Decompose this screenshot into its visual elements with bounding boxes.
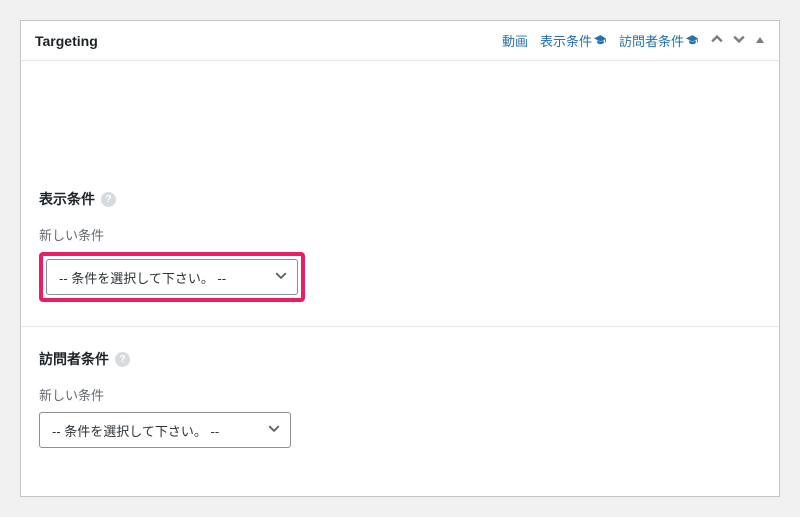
display-conditions-section: 表示条件 ? 新しい条件 -- 条件を選択して下さい。 -- xyxy=(39,189,761,302)
panel-header: Targeting 動画 表示条件 訪問者条件 xyxy=(21,21,779,61)
spacer xyxy=(39,79,761,189)
panel-actions: 動画 表示条件 訪問者条件 xyxy=(502,31,765,50)
display-condition-select[interactable]: -- 条件を選択して下さい。 -- xyxy=(46,259,298,295)
panel-body: 表示条件 ? 新しい条件 -- 条件を選択して下さい。 -- 訪問者条件 xyxy=(21,61,779,496)
video-link[interactable]: 動画 xyxy=(502,31,528,50)
display-conditions-title: 表示条件 ? xyxy=(39,189,761,209)
graduation-cap-icon xyxy=(594,34,607,48)
panel-title: Targeting xyxy=(35,33,98,49)
visitor-condition-select-value: -- 条件を選択して下さい。 -- xyxy=(52,421,219,440)
visitor-condition-select[interactable]: -- 条件を選択して下さい。 -- xyxy=(39,412,291,448)
targeting-panel: Targeting 動画 表示条件 訪問者条件 xyxy=(20,20,780,497)
chevron-up-icon[interactable] xyxy=(711,33,723,48)
display-condition-select-wrap: -- 条件を選択して下さい。 -- xyxy=(46,259,298,295)
highlight-box: -- 条件を選択して下さい。 -- xyxy=(39,252,305,302)
help-icon[interactable]: ? xyxy=(101,192,116,207)
visitor-conditions-section: 訪問者条件 ? 新しい条件 -- 条件を選択して下さい。 -- xyxy=(39,349,761,448)
display-condition-select-value: -- 条件を選択して下さい。 -- xyxy=(59,268,226,287)
video-link-label: 動画 xyxy=(502,31,528,50)
display-conditions-title-text: 表示条件 xyxy=(39,189,95,209)
help-icon[interactable]: ? xyxy=(115,352,130,367)
visitor-conditions-link-label: 訪問者条件 xyxy=(619,31,684,50)
section-divider xyxy=(21,326,779,327)
chevron-down-icon xyxy=(268,423,280,438)
chevron-down-icon xyxy=(275,270,287,285)
visitor-conditions-title: 訪問者条件 ? xyxy=(39,349,761,369)
visitor-new-condition-label: 新しい条件 xyxy=(39,385,761,404)
visitor-conditions-link[interactable]: 訪問者条件 xyxy=(619,31,699,50)
visitor-conditions-title-text: 訪問者条件 xyxy=(39,349,109,369)
triangle-up-icon[interactable] xyxy=(755,34,765,48)
visitor-condition-select-wrap: -- 条件を選択して下さい。 -- xyxy=(39,412,291,448)
display-conditions-link-label: 表示条件 xyxy=(540,31,592,50)
display-new-condition-label: 新しい条件 xyxy=(39,225,761,244)
chevron-down-icon[interactable] xyxy=(733,33,745,48)
display-conditions-link[interactable]: 表示条件 xyxy=(540,31,607,50)
panel-nav-icons xyxy=(711,33,765,48)
graduation-cap-icon xyxy=(686,34,699,48)
